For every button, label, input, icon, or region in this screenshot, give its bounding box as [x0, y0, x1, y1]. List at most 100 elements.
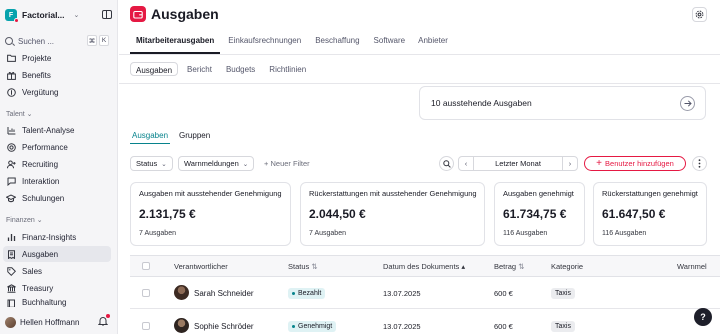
tab-mitarbeiterausgaben[interactable]: Mitarbeiterausgaben: [130, 32, 221, 54]
table-row[interactable]: Sophie Schröder Genehmigt 13.07.2025 600…: [130, 310, 720, 334]
tab-richtlinien[interactable]: Richtlinien: [264, 62, 311, 76]
tab-gruppen[interactable]: Gruppen: [177, 131, 212, 144]
tab-ausgaben-view[interactable]: Ausgaben: [130, 131, 171, 144]
metric-card-pending-refunds: Rückerstattungen mit ausstehender Genehm…: [300, 182, 485, 246]
column-header-label: Status: [288, 262, 310, 271]
chevron-left-icon[interactable]: ‹: [459, 157, 474, 170]
sidebar-item-buchhaltung[interactable]: Buchhaltung: [3, 297, 111, 307]
target-icon: [6, 142, 16, 152]
tab-einkaufsrechnungen[interactable]: Einkaufsrechnungen: [222, 32, 307, 54]
sidebar-toggle-icon[interactable]: [102, 10, 112, 19]
select-all-checkbox[interactable]: [142, 262, 150, 270]
user-name: Hellen Hoffmann: [20, 317, 80, 327]
plus-icon: +: [596, 157, 603, 169]
sidebar-item-benefits[interactable]: Benefits: [3, 67, 111, 83]
user-menu[interactable]: Hellen Hoffmann: [5, 314, 113, 329]
tab-bericht[interactable]: Bericht: [182, 62, 217, 76]
metric-title: Rückerstattungen mit ausstehender Genehm…: [309, 189, 477, 198]
sidebar-item-recruiting[interactable]: Recruiting: [3, 156, 111, 172]
add-user-button[interactable]: + Benutzer hinzufügen: [584, 156, 686, 171]
sidebar-item-sales[interactable]: Sales: [3, 263, 111, 279]
sidebar: F Factorial... ⌄ Suchen ... ⌘ K Projekte…: [0, 0, 118, 334]
pending-expenses-card[interactable]: 10 ausstehende Ausgaben: [419, 86, 706, 120]
add-filter-button[interactable]: + Neuer Filter: [264, 159, 310, 168]
chevron-right-icon[interactable]: ›: [562, 157, 577, 170]
bar-chart-icon: [6, 232, 16, 242]
shortcut-key-k: K: [99, 35, 109, 46]
status-badge: Bezahlt: [288, 288, 326, 299]
chevron-down-icon: ⌄: [26, 111, 33, 118]
sort-icon: ⇅: [518, 262, 525, 271]
search-button[interactable]: Suchen ... ⌘ K: [5, 35, 109, 47]
plus-icon: +: [264, 159, 269, 168]
sidebar-item-talent-analyse[interactable]: Talent-Analyse: [3, 122, 111, 138]
sidebar-item-label: Treasury: [22, 283, 54, 293]
sidebar-item-label: Interaktion: [22, 176, 60, 186]
tab-software[interactable]: Software: [368, 32, 412, 54]
workspace-initial: F: [8, 11, 14, 19]
sidebar-item-ausgaben[interactable]: Ausgaben: [3, 246, 111, 262]
sidebar-item-verguetung[interactable]: Vergütung: [3, 84, 111, 100]
page-title: Ausgaben: [151, 6, 219, 22]
section-label: Finanzen: [6, 217, 35, 224]
row-checkbox[interactable]: [142, 322, 150, 330]
pending-expenses-text: 10 ausstehende Ausgaben: [431, 98, 532, 108]
table-header: Verantwortlicher Status ⇅ Datum des Doku…: [130, 256, 720, 277]
tab-ausgaben[interactable]: Ausgaben: [130, 62, 179, 76]
sidebar-item-treasury[interactable]: Treasury: [3, 280, 111, 296]
column-header-amount[interactable]: Betrag ⇅: [494, 262, 525, 271]
more-options-button[interactable]: [692, 156, 707, 171]
column-header-warnings[interactable]: Warnmel: [677, 262, 707, 271]
filter-bar: Status ⌄ Warnmeldungen ⌄ + Neuer Filter …: [130, 156, 710, 172]
column-header-status[interactable]: Status ⇅: [288, 262, 318, 271]
help-button[interactable]: ?: [694, 308, 712, 326]
sidebar-section-finanzen[interactable]: Finanzen ⌄: [6, 216, 43, 224]
tab-beschaffung[interactable]: Beschaffung: [309, 32, 365, 54]
search-button[interactable]: [439, 156, 454, 171]
sidebar-section-talent[interactable]: Talent ⌄: [6, 110, 33, 118]
row-checkbox[interactable]: [142, 289, 150, 297]
arrow-right-icon[interactable]: [680, 96, 695, 111]
settings-button[interactable]: [692, 7, 707, 22]
metric-value: 2.131,75 €: [139, 207, 196, 221]
column-header-owner[interactable]: Verantwortlicher: [174, 262, 228, 271]
workspace-switcher[interactable]: F Factorial... ⌄: [5, 8, 113, 23]
expenses-table: Verantwortlicher Status ⇅ Datum des Doku…: [130, 255, 720, 334]
sidebar-item-finanz-insights[interactable]: Finanz-Insights: [3, 229, 111, 245]
period-label[interactable]: Letzter Monat: [474, 159, 562, 168]
sidebar-item-label: Sales: [22, 266, 43, 276]
sidebar-item-projekte[interactable]: Projekte: [3, 50, 111, 66]
metric-card-approved-expenses: Ausgaben genehmigt 61.734,75 € 116 Ausga…: [494, 182, 585, 246]
graduation-cap-icon: [6, 193, 16, 203]
warnings-filter[interactable]: Warnmeldungen ⌄: [178, 156, 255, 171]
secondary-tabs: Ausgaben Bericht Budgets Richtlinien: [130, 62, 315, 76]
search-icon: [5, 37, 13, 45]
amount: 600 €: [494, 289, 513, 298]
tab-anbieter[interactable]: Anbieter: [412, 32, 454, 54]
document-date: 13.07.2025: [383, 289, 421, 298]
metric-card-approved-refunds: Rückerstattungen genehmigt 61.647,50 € 1…: [593, 182, 707, 246]
owner-name: Sarah Schneider: [194, 289, 254, 298]
table-row[interactable]: Sarah Schneider Bezahlt 13.07.2025 600 €…: [130, 277, 720, 309]
sidebar-item-performance[interactable]: Performance: [3, 139, 111, 155]
chat-icon: [6, 176, 16, 186]
view-tabs: Ausgaben Gruppen: [130, 131, 219, 144]
bell-icon[interactable]: [98, 314, 110, 327]
period-selector: ‹ Letzter Monat ›: [458, 156, 578, 171]
sidebar-item-interaktion[interactable]: Interaktion: [3, 173, 111, 189]
sidebar-item-label: Schulungen: [22, 193, 65, 203]
chevron-down-icon: ⌄: [242, 160, 249, 168]
column-header-label: Datum des Dokuments: [383, 262, 460, 271]
column-header-date[interactable]: Datum des Dokuments ▴: [383, 262, 465, 271]
divider: [119, 54, 720, 55]
avatar: [5, 316, 16, 328]
chevron-down-icon: ⌄: [73, 12, 80, 19]
sidebar-item-schulungen[interactable]: Schulungen: [3, 190, 111, 206]
bank-icon: [6, 283, 16, 293]
status-filter[interactable]: Status ⌄: [130, 156, 173, 171]
search-label: Suchen ...: [18, 36, 55, 46]
tab-budgets[interactable]: Budgets: [221, 62, 260, 76]
shortcut-key-cmd: ⌘: [87, 35, 97, 46]
column-header-category[interactable]: Kategorie: [551, 262, 583, 271]
status-dot: [292, 325, 295, 328]
